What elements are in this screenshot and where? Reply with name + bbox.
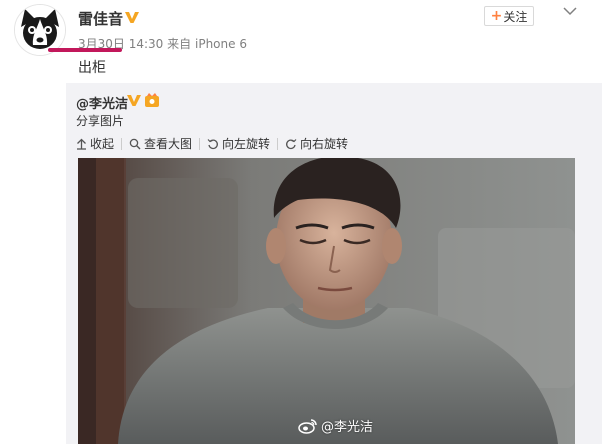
verified-v-icon[interactable] [124,9,140,25]
source-prefix: 来自 [167,37,192,51]
chevron-down-icon[interactable] [562,4,578,18]
toolbar-divider [277,137,279,150]
image-toolbar: 收起 查看大图 向左旋转 向右旋转 [76,135,348,152]
toolbar-divider [121,137,123,150]
weibo-logo-icon [298,418,317,434]
search-icon [129,138,141,149]
source-device[interactable]: iPhone 6 [195,37,247,51]
repost-author[interactable]: @李光洁 [76,93,128,112]
plus-icon: + [490,8,503,24]
rotate-left-button[interactable]: 向左旋转 [207,135,270,152]
rotate-right-button[interactable]: 向右旋转 [285,135,348,152]
watermark-text: @李光洁 [321,420,374,435]
vip-badge-icon[interactable] [144,92,160,108]
toolbar-divider [199,137,201,150]
view-large-label: 查看大图 [144,137,193,151]
rotate-left-icon [207,138,218,149]
collapse-button[interactable]: 收起 [76,135,114,152]
repost-text: 分享图片 [76,114,125,128]
rotate-right-label: 向右旋转 [300,137,349,151]
follow-label: 关注 [503,9,528,24]
photo-image [78,158,575,444]
verified-v-icon[interactable] [126,92,142,108]
follow-button[interactable]: + 关注 [484,6,534,26]
highlight-underline [48,48,122,52]
arrow-up-icon [77,138,86,150]
collapse-label: 收起 [90,137,115,151]
post-photo[interactable]: @李光洁 [78,158,575,444]
rotate-right-icon [286,138,297,149]
post-text: 出柜 [78,60,106,76]
repost-card: @李光洁 分享图片 收起 查看大图 向左旋转 向右旋转 @李光洁 [66,83,602,444]
username[interactable]: 雷佳音 [78,8,123,29]
photo-watermark: @李光洁 [298,416,373,435]
post-time: 14:30 [128,37,164,51]
view-large-button[interactable]: 查看大图 [129,135,192,152]
rotate-left-label: 向左旋转 [222,137,271,151]
